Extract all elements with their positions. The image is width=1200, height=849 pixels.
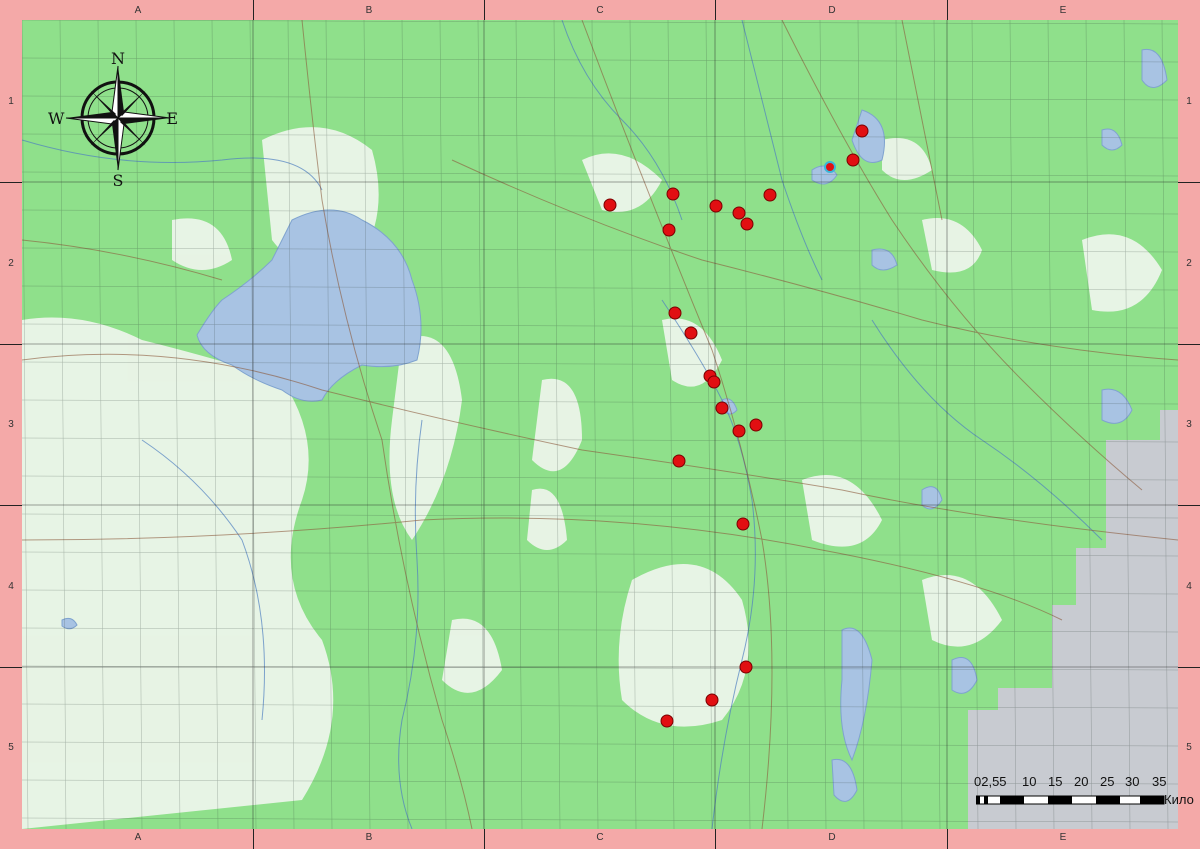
row-label-3-right: 3 [1186,419,1192,430]
marker [763,188,777,202]
frame-tick [715,829,716,849]
frame-tick [715,0,716,20]
marker [707,375,721,389]
marker [736,517,750,531]
frame-tick [484,0,485,20]
col-label-a-top: A [134,5,142,16]
marker [666,187,680,201]
marker [846,153,860,167]
marker [739,660,753,674]
marker [732,206,746,220]
row-label-2-right: 2 [1186,258,1192,269]
row-label-4-right: 4 [1186,581,1192,592]
frame-tick [253,829,254,849]
scale-label-6: 35 [1152,774,1167,789]
marker [715,401,729,415]
frame-tick [0,344,22,345]
marker [660,714,674,728]
col-label-b-bottom: B [365,832,373,843]
col-label-e-top: E [1059,5,1067,16]
scale-label-4: 25 [1100,774,1115,789]
col-label-c-top: C [596,5,604,16]
compass-n: N [111,49,125,68]
scale-unit: Кило [1164,792,1194,807]
marker [740,217,754,231]
frame-tick [947,829,948,849]
frame-tick [1178,505,1200,506]
map-canvas [22,20,1178,829]
scale-label-0: 02,55 [974,774,1007,789]
marker [668,306,682,320]
col-label-c-bottom: C [596,832,604,843]
marker [662,223,676,237]
compass-s: S [113,171,124,188]
row-label-3-left: 3 [8,419,14,430]
compass-w: W [48,109,65,128]
scale-label-1: 10 [1022,774,1037,789]
topographic-map[interactable]: N S E W [22,20,1178,829]
scale-bar: 02,55 10 15 20 25 30 35 Кило [972,774,1200,834]
col-label-d-bottom: D [828,832,836,843]
row-label-4-left: 4 [8,581,14,592]
frame-tick [0,667,22,668]
frame-tick [947,0,948,20]
row-label-1-left: 1 [8,96,14,107]
frame-tick [1178,667,1200,668]
marker [749,418,763,432]
scale-label-5: 30 [1125,774,1140,789]
marker [705,693,719,707]
marker-origin [824,161,836,173]
col-label-a-bottom: A [134,832,142,843]
marker [672,454,686,468]
row-label-5-left: 5 [8,742,14,753]
marker [855,124,869,138]
scale-label-2: 15 [1048,774,1063,789]
col-label-b-top: B [365,5,373,16]
marker [684,326,698,340]
compass-rose-icon: N S E W [48,49,178,188]
frame-tick [484,829,485,849]
compass-e: E [166,109,178,128]
marker [603,198,617,212]
scale-bar-graphic [976,795,1165,805]
frame-tick [0,505,22,506]
scale-label-3: 20 [1074,774,1089,789]
frame-tick [253,0,254,20]
frame-tick [1178,182,1200,183]
map-frame: A B C D E A B C D E 1 2 3 4 5 1 2 3 4 5 [0,0,1200,849]
row-label-5-right: 5 [1186,742,1192,753]
marker [732,424,746,438]
frame-tick [0,182,22,183]
col-label-d-top: D [828,5,836,16]
frame-tick [1178,344,1200,345]
row-label-1-right: 1 [1186,96,1192,107]
row-label-2-left: 2 [8,258,14,269]
marker [709,199,723,213]
